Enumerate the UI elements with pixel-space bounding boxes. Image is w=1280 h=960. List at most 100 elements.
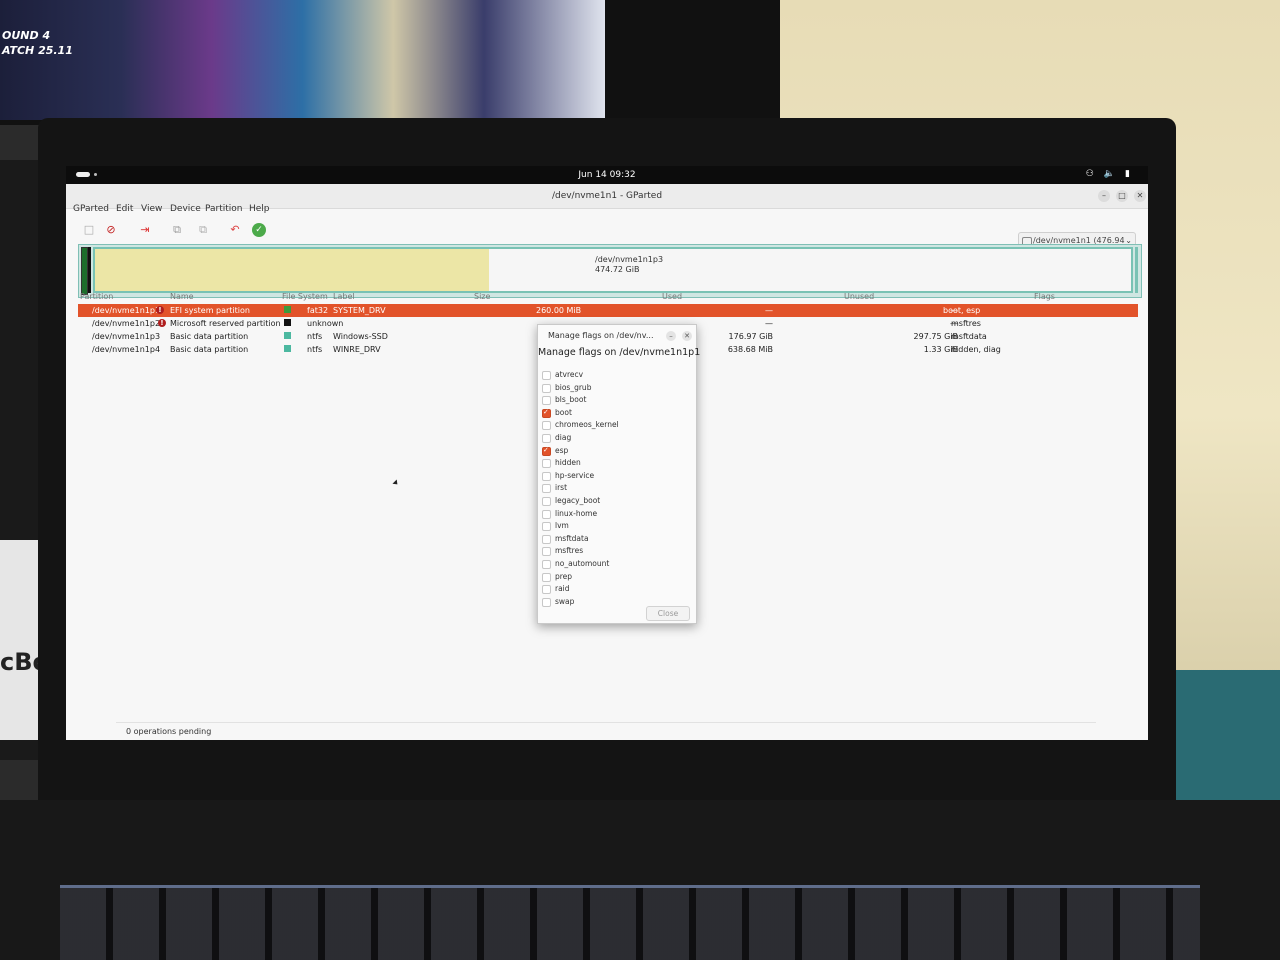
warning-icon: ! — [156, 306, 164, 314]
dialog-minimize-button[interactable]: – — [666, 331, 676, 341]
partition-block-p4[interactable] — [1135, 247, 1138, 293]
partition-block-p2[interactable] — [88, 247, 91, 293]
label-cell: Windows-SSD — [333, 332, 388, 341]
column-unused[interactable]: Unused — [844, 292, 874, 301]
new-partition-icon[interactable]: □ — [82, 223, 96, 237]
column-name[interactable]: Name — [170, 292, 194, 301]
flag-option-diag[interactable]: diag — [540, 433, 680, 445]
file-system-color-swatch — [284, 332, 291, 339]
flag-label: no_automount — [555, 559, 610, 568]
column-flags[interactable]: Flags — [1034, 292, 1055, 301]
flag-label: irst — [555, 483, 568, 493]
flag-option-hp-service[interactable]: hp-service — [540, 471, 680, 483]
name-cell: Microsoft reserved partition — [170, 319, 281, 328]
column-partition[interactable]: Partition — [80, 292, 113, 301]
flag-option-raid[interactable]: raid — [540, 584, 680, 596]
flag-checkbox[interactable] — [542, 421, 551, 431]
flag-label: legacy_boot — [555, 496, 601, 505]
background-monitor-text-line2: ATCH 25.11 — [2, 44, 73, 57]
warning-icon: ! — [158, 319, 166, 327]
battery-icon[interactable]: ▮ — [1125, 169, 1140, 179]
resize-move-icon[interactable]: ⇥ — [138, 223, 152, 237]
copy-icon[interactable]: ⧉ — [170, 223, 184, 237]
file-system-cell: ntfs — [307, 332, 323, 341]
flag-checkbox[interactable] — [542, 509, 551, 519]
flag-checkbox[interactable] — [542, 471, 551, 481]
flag-option-lvm[interactable]: lvm — [540, 521, 680, 533]
flag-option-bls-boot[interactable]: bls_boot — [540, 395, 680, 407]
menu-help[interactable]: Help — [249, 204, 270, 214]
close-window-button[interactable]: ✕ — [1134, 190, 1146, 202]
flag-checkbox[interactable] — [542, 560, 551, 569]
column-file-system[interactable]: File System — [282, 292, 328, 301]
flag-option-no-automount[interactable]: no_automount — [540, 559, 680, 571]
flag-option-esp[interactable]: esp — [540, 446, 680, 458]
flag-checkbox[interactable] — [542, 434, 551, 443]
flag-option-msftdata[interactable]: msftdata — [540, 534, 680, 546]
dialog-heading: Manage flags on /dev/nvme1n1p1 — [538, 347, 701, 358]
flag-option-legacy-boot[interactable]: legacy_boot — [540, 496, 680, 508]
close-button[interactable]: Close — [646, 606, 690, 621]
flag-option-atvrecv[interactable]: atvrecv — [540, 370, 680, 382]
flag-option-irst[interactable]: irst — [540, 483, 680, 495]
flag-checkbox[interactable] — [542, 497, 551, 506]
flag-label: chromeos_kernel — [555, 420, 619, 430]
delete-icon[interactable]: ⊘ — [104, 223, 118, 237]
partition-block-p3-used — [95, 249, 489, 291]
flag-checkbox[interactable] — [542, 484, 551, 494]
dialog-close-icon[interactable]: ✕ — [682, 331, 692, 341]
flag-checkbox[interactable] — [542, 522, 551, 532]
flags-cell: boot, esp — [943, 306, 981, 315]
flag-option-linux-home[interactable]: linux-home — [540, 509, 680, 521]
column-size[interactable]: Size — [474, 292, 490, 301]
flag-option-boot[interactable]: boot — [540, 408, 680, 420]
flag-option-msftres[interactable]: msftres — [540, 546, 680, 558]
column-used[interactable]: Used — [662, 292, 682, 301]
accessibility-icon[interactable]: ⚇ — [1086, 169, 1104, 179]
flag-checkbox[interactable] — [542, 534, 551, 544]
apply-icon[interactable]: ✓ — [252, 223, 266, 237]
flag-checkbox[interactable] — [542, 408, 551, 418]
flag-label: linux-home — [555, 508, 598, 518]
used-cell: 638.68 MiB — [727, 345, 773, 354]
flag-option-bios-grub[interactable]: bios_grub — [540, 383, 680, 395]
flag-checkbox[interactable] — [542, 585, 551, 595]
name-cell: Basic data partition — [170, 345, 249, 354]
flag-label: msftdata — [555, 533, 589, 543]
paste-icon[interactable]: ⧉ — [196, 223, 210, 237]
flag-label: diag — [555, 433, 572, 442]
menu-edit[interactable]: Edit — [116, 204, 133, 214]
partition-block-p1[interactable] — [81, 247, 88, 295]
flag-checkbox[interactable] — [542, 597, 551, 607]
flags-cell: msftdata — [951, 332, 987, 341]
flag-checkbox[interactable] — [542, 396, 551, 406]
flag-label: bls_boot — [555, 395, 587, 405]
flag-label: atvrecv — [555, 370, 584, 379]
flag-checkbox[interactable] — [542, 371, 551, 380]
menu-partition[interactable]: Partition — [205, 204, 243, 214]
menu-view[interactable]: View — [141, 204, 162, 214]
table-row[interactable]: /dev/nvme1n1p1 EFI system partition fat32 S… — [78, 304, 1138, 317]
flag-option-chromeos-kernel[interactable]: chromeos_kernel — [540, 420, 680, 432]
name-cell: Basic data partition — [170, 332, 249, 341]
flag-option-prep[interactable]: prep — [540, 572, 680, 584]
flag-checkbox[interactable] — [542, 383, 551, 393]
menu-device[interactable]: Device — [170, 204, 201, 214]
flag-checkbox[interactable] — [542, 459, 551, 469]
undo-icon[interactable]: ↶ — [228, 223, 242, 237]
flag-checkbox[interactable] — [542, 446, 551, 456]
maximize-button[interactable]: □ — [1116, 190, 1128, 202]
flag-label: swap — [555, 596, 575, 606]
minimize-button[interactable]: – — [1098, 190, 1110, 202]
flags-cell: msftres — [951, 319, 981, 328]
column-label[interactable]: Label — [333, 292, 355, 301]
volume-icon[interactable]: 🔈 — [1104, 169, 1125, 179]
partition-block-p3-label: /dev/nvme1n1p3 474.72 GiB — [595, 255, 663, 275]
menu-gparted[interactable]: GParted — [73, 204, 109, 214]
system-tray[interactable]: ⚇🔈▮ — [1086, 169, 1140, 179]
clock[interactable]: Jun 14 09:32 — [66, 170, 1148, 180]
flag-checkbox[interactable] — [542, 547, 551, 557]
flag-option-hidden[interactable]: hidden — [540, 458, 680, 470]
flag-checkbox[interactable] — [542, 572, 551, 582]
partition-block-p3[interactable]: /dev/nvme1n1p3 474.72 GiB — [93, 247, 1133, 293]
